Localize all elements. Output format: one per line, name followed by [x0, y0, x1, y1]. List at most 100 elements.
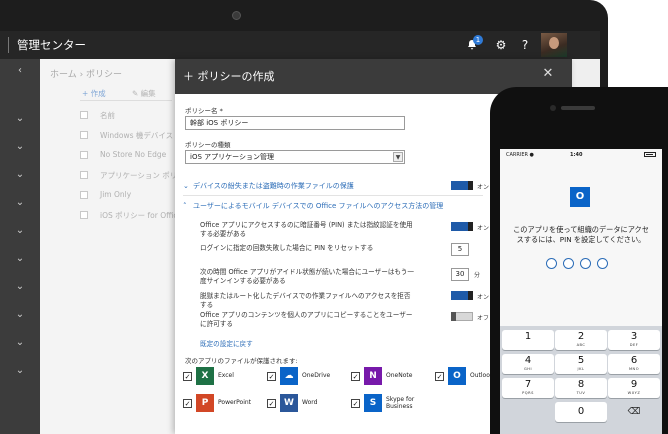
chevron-down-icon: ⌄	[183, 182, 189, 190]
skype-checkbox[interactable]: ✓	[351, 399, 360, 408]
idle-minutes-input[interactable]: 30	[451, 268, 469, 281]
delete-icon[interactable]: ⌫	[608, 402, 660, 422]
key-3[interactable]: 3 DEF	[608, 330, 660, 350]
section-lost-device[interactable]: ⌄ デバイスの紛失または盗難時の作業ファイルの保護	[183, 181, 354, 191]
column-header-name: 名前	[100, 111, 115, 120]
screenshot-stage: 管理センター 1 ⚙ ? ‹ ⌄ ⌄ ⌄ ⌄ ⌄ ⌄ ⌄ ⌄ ⌄ ⌄ ホーム ›…	[0, 0, 668, 434]
chevron-down-icon[interactable]: ⌄	[14, 309, 26, 321]
list-item-label: Jim Only	[100, 190, 132, 199]
status-bar: CARRIER ● 1:40	[500, 149, 662, 161]
chevron-down-icon[interactable]: ⌄	[14, 169, 26, 181]
chevron-down-icon[interactable]: ⌄	[14, 281, 26, 293]
topbar-divider	[8, 37, 9, 53]
key-5[interactable]: 5 JKL	[555, 354, 607, 374]
onedrive-icon: ☁	[280, 367, 298, 385]
section-access-management[interactable]: ˄ ユーザーによるモバイル デバイスでの Office ファイルへのアクセス方法の…	[183, 201, 443, 211]
create-button[interactable]: + 作成	[82, 88, 106, 99]
block-jailbreak-toggle[interactable]	[451, 291, 473, 300]
row-checkbox[interactable]	[80, 131, 88, 139]
toggle-state-label: オン	[477, 225, 490, 232]
key-6[interactable]: 6 MNO	[608, 354, 660, 374]
word-icon: W	[280, 394, 298, 412]
policy-type-select[interactable]: iOS アプリケーション管理 ▼	[185, 150, 405, 164]
policy-name-label: ポリシー名 *	[185, 107, 223, 115]
list-toolbar: + 作成 ✎ 編集	[80, 87, 172, 101]
excel-icon: X	[196, 367, 214, 385]
outlook-app-icon: O	[570, 187, 590, 207]
edit-button[interactable]: ✎ 編集	[132, 88, 156, 99]
chevron-down-icon[interactable]: ⌄	[14, 113, 26, 125]
app-skype: ✓ S Skype for Business	[351, 394, 431, 414]
outlook-checkbox[interactable]: ✓	[435, 372, 444, 381]
notification-badge: 1	[473, 35, 483, 45]
chevron-left-icon[interactable]: ‹	[14, 65, 26, 77]
lost-device-toggle[interactable]	[451, 181, 473, 190]
row-checkbox[interactable]	[80, 191, 88, 199]
app-title: 管理センター	[17, 38, 86, 52]
help-icon[interactable]: ?	[512, 31, 538, 59]
reset-pin-attempts-input[interactable]: 5	[451, 243, 469, 256]
row-checkbox[interactable]	[80, 151, 88, 159]
chevron-down-icon[interactable]: ▼	[393, 152, 403, 162]
divider	[183, 195, 483, 196]
row-checkbox[interactable]	[80, 171, 88, 179]
setting-allow-copy: Office アプリのコンテンツを個人のアプリにコピーすることをユーザーに許可す…	[200, 311, 413, 328]
outlook-icon: O	[448, 367, 466, 385]
skype-icon: S	[364, 394, 382, 412]
powerpoint-checkbox[interactable]: ✓	[183, 399, 192, 408]
minutes-unit: 分	[474, 272, 481, 279]
setting-reset-pin: ログインに指定の回数失敗した場合に PIN をリセットする	[200, 244, 374, 252]
chevron-down-icon[interactable]: ⌄	[14, 337, 26, 349]
key-8[interactable]: 8 TUV	[555, 378, 607, 398]
key-1[interactable]: 1	[502, 330, 554, 350]
onedrive-checkbox[interactable]: ✓	[267, 372, 276, 381]
key-blank	[502, 402, 554, 422]
key-4[interactable]: 4 GHI	[502, 354, 554, 374]
section-access-management-title: ユーザーによるモバイル デバイスでの Office ファイルへのアクセス方法の管…	[193, 202, 444, 210]
onenote-icon: N	[364, 367, 382, 385]
policy-type-value: iOS アプリケーション管理	[190, 153, 274, 161]
chevron-down-icon[interactable]: ⌄	[14, 365, 26, 377]
app-name: Skype for Business	[386, 396, 415, 410]
breadcrumb[interactable]: ホーム › ポリシー	[50, 67, 122, 80]
phone-camera	[550, 105, 556, 111]
chevron-down-icon[interactable]: ⌄	[14, 225, 26, 237]
avatar[interactable]	[541, 33, 567, 57]
key-7[interactable]: 7 PQRS	[502, 378, 554, 398]
policy-list-page: ホーム › ポリシー + 作成 ✎ 編集 名前 Windows 機デバイス ポ.…	[40, 59, 204, 434]
allow-copy-toggle[interactable]	[451, 312, 473, 321]
close-icon[interactable]: ✕	[539, 65, 557, 83]
gear-icon[interactable]: ⚙	[488, 31, 514, 59]
pin-dots	[546, 258, 616, 270]
chevron-down-icon[interactable]: ⌄	[14, 253, 26, 265]
setting-idle-signin: 次の時間 Office アプリがアイドル状態が続いた場合にユーザーはもう一度サイ…	[200, 268, 414, 285]
onenote-checkbox[interactable]: ✓	[351, 372, 360, 381]
pin-setup-message: このアプリを使って組織のデータにアクセスするには、PIN を設定してください。	[513, 225, 649, 244]
select-all-checkbox[interactable]	[80, 111, 88, 119]
policy-type-label: ポリシーの種類	[185, 141, 231, 149]
key-9[interactable]: 9 WXYZ	[608, 378, 660, 398]
phone-speaker	[561, 106, 595, 110]
list-item-label: No Store No Edge	[100, 150, 167, 159]
reset-defaults-link[interactable]: 既定の設定に戻す	[200, 338, 253, 348]
app-word: ✓ W Word	[267, 394, 347, 414]
pin-dot	[597, 258, 608, 269]
app-excel: ✓ X Excel	[183, 367, 263, 387]
top-bar: 管理センター 1 ⚙ ?	[0, 31, 600, 59]
chevron-down-icon[interactable]: ⌄	[14, 141, 26, 153]
row-checkbox[interactable]	[80, 211, 88, 219]
require-pin-toggle[interactable]	[451, 222, 473, 231]
policy-name-input[interactable]: 幹部 iOS ポリシー	[185, 116, 405, 130]
key-2[interactable]: 2 ABC	[555, 330, 607, 350]
excel-checkbox[interactable]: ✓	[183, 372, 192, 381]
phone-screen: CARRIER ● 1:40 O このアプリを使って組織のデータにアクセスするに…	[500, 149, 662, 434]
battery-icon	[644, 152, 656, 157]
chevron-down-icon[interactable]: ⌄	[14, 197, 26, 209]
word-checkbox[interactable]: ✓	[267, 399, 276, 408]
phone-device: CARRIER ● 1:40 O このアプリを使って組織のデータにアクセスするに…	[490, 87, 668, 434]
app-name: Excel	[218, 372, 234, 379]
numeric-keypad: 1 2 ABC 3 DEF 4 GHI 5 JKL 6 MNO 7 PQRS 8 TUV 9W…	[500, 326, 662, 434]
key-0[interactable]: 0	[555, 402, 607, 422]
app-powerpoint: ✓ P PowerPoint	[183, 394, 263, 414]
app-name: PowerPoint	[218, 399, 252, 406]
